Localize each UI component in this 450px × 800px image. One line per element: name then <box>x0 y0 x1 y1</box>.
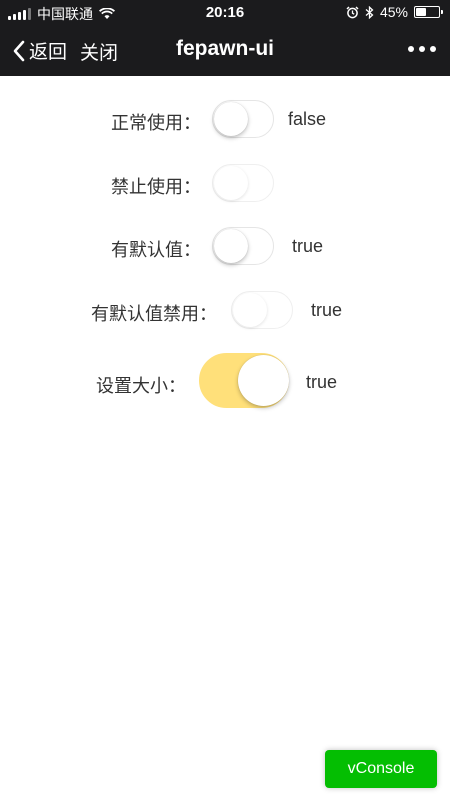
switch-disabled <box>212 164 274 202</box>
switch-default[interactable] <box>212 227 274 265</box>
status-right: 45% <box>346 4 443 20</box>
switch-size[interactable] <box>199 353 289 408</box>
switch-knob <box>233 293 267 327</box>
switch-knob <box>238 355 289 406</box>
vconsole-button[interactable]: vConsole <box>325 750 437 788</box>
switch-default-disabled <box>231 291 293 329</box>
dot-icon <box>408 46 414 52</box>
switch-knob <box>214 166 248 200</box>
row-label-normal: 正常使用： <box>111 113 201 133</box>
nav-bar: 返回 关闭 fepawn-ui <box>0 24 450 76</box>
status-bar: 中国联通 20:16 45% <box>0 0 450 24</box>
switch-knob <box>214 229 248 263</box>
alarm-icon <box>346 5 359 18</box>
row-label-disabled: 禁止使用： <box>111 177 201 197</box>
row-label-size: 设置大小： <box>96 376 186 396</box>
switch-knob <box>214 102 248 136</box>
page-title: fepawn-ui <box>176 37 274 60</box>
switch-normal[interactable] <box>212 100 274 138</box>
dot-icon <box>419 46 425 52</box>
more-options-button[interactable] <box>408 46 436 52</box>
row-value-size: true <box>306 372 338 392</box>
battery-percent: 45% <box>379 4 408 20</box>
row-value-normal: false <box>288 109 327 129</box>
dot-icon <box>430 46 436 52</box>
row-value-default: true <box>292 236 324 256</box>
bluetooth-icon <box>365 5 374 19</box>
battery-icon <box>414 6 443 18</box>
row-label-default: 有默认值： <box>111 240 201 260</box>
row-label-default-disabled: 有默认值禁用： <box>91 304 217 324</box>
row-value-default-disabled: true <box>311 300 343 320</box>
